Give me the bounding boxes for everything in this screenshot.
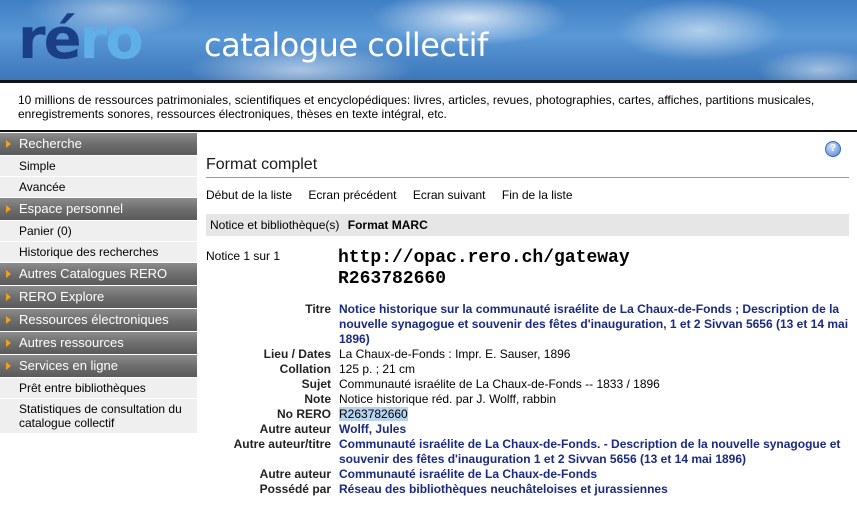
permalink-url-line2: R263782660 (338, 269, 447, 289)
note-value: Notice historique réd. par J. Wolff, rab… (339, 392, 556, 406)
sidebar-item-simple[interactable]: Simple (0, 156, 197, 177)
tagline: 10 millions de ressources patrimoniales,… (18, 93, 815, 121)
arrow-right-icon (6, 293, 11, 301)
field-label: Autre auteur (259, 422, 331, 436)
record-row-autre-auteur-2: Autre auteur Communauté israélite de La … (206, 467, 849, 482)
page-title: Format complet (206, 156, 318, 173)
sidebar-section-label: Espace personnel (19, 201, 124, 216)
header-divider (0, 130, 857, 132)
nav-precedent-link[interactable]: Ecran précédent (308, 188, 396, 202)
sidebar-section-label: Recherche (19, 136, 82, 151)
permalink-url-line1: http://opac.rero.ch/gateway (338, 248, 630, 268)
header-banner: réro catalogue collectif (0, 0, 857, 80)
record-row-sujet: Sujet Communauté israélite de La Chaux-d… (206, 377, 849, 392)
record-row-autre-auteur: Autre auteur Wolff, Jules (206, 422, 849, 437)
record-row-lieu: Lieu / Dates La Chaux-de-Fonds : Impr. E… (206, 347, 849, 362)
sidebar-section-espace-personnel[interactable]: Espace personnel (0, 198, 197, 221)
sidebar-item-statistiques[interactable]: Statistiques de consultation du catalogu… (0, 399, 197, 434)
catalogue-title: catalogue collectif (204, 26, 488, 64)
autre-auteur-link[interactable]: Wolff, Jules (339, 422, 406, 436)
format-tabs: Notice et bibliothèque(s) Format MARC (206, 214, 849, 236)
sidebar-section-services-en-ligne[interactable]: Services en ligne (0, 355, 197, 378)
record-row-note: Note Notice historique réd. par J. Wolff… (206, 392, 849, 407)
arrow-right-icon (6, 362, 11, 370)
sidebar: Recherche Simple Avancée Espace personne… (0, 133, 197, 434)
sujet-value: Communauté israélite de La Chaux-de-Fond… (339, 377, 660, 391)
record-row-autre-auteur-titre: Autre auteur/titre Communauté israélite … (206, 437, 849, 467)
nav-suivant-link[interactable]: Ecran suivant (413, 188, 486, 202)
banner-divider (0, 80, 857, 83)
sidebar-section-recherche[interactable]: Recherche (0, 133, 197, 156)
sidebar-item-pret[interactable]: Prêt entre bibliothèques (0, 378, 197, 399)
lieu-value: La Chaux-de-Fonds : Impr. E. Sauser, 189… (339, 347, 571, 361)
permalink-url[interactable]: http://opac.rero.ch/gateway R263782660 (338, 248, 630, 290)
sidebar-item-panier[interactable]: Panier (0) (0, 221, 197, 242)
result-navigation: Début de la liste Ecran précédent Ecran … (206, 188, 586, 202)
logo-letter-r: r (18, 7, 46, 72)
field-label: Possédé par (259, 482, 331, 496)
record-row-norero: No RERO R263782660 (206, 407, 849, 422)
autre-auteur-2-link[interactable]: Communauté israélite de La Chaux-de-Fond… (339, 467, 597, 481)
record-row-possede-par: Possédé par Réseau des bibliothèques neu… (206, 482, 849, 497)
sidebar-section-ressources-electroniques[interactable]: Ressources électroniques (0, 309, 197, 332)
field-label: Lieu / Dates (263, 347, 331, 361)
notice-count: Notice 1 sur 1 (206, 249, 281, 263)
sidebar-section-label: Ressources électroniques (19, 312, 169, 327)
record-row-titre: Titre Notice historique sur la communaut… (206, 302, 849, 347)
field-label: No RERO (277, 407, 331, 421)
arrow-right-icon (6, 140, 11, 148)
field-label: Note (304, 392, 331, 406)
tab-notice-bibliotheques[interactable]: Notice et bibliothèque(s) (210, 218, 339, 232)
sidebar-section-label: Services en ligne (19, 358, 118, 373)
titre-link[interactable]: Notice historique sur la communauté isra… (339, 302, 848, 346)
rero-logo[interactable]: réro (18, 7, 144, 72)
collation-value: 125 p. ; 21 cm (339, 362, 416, 376)
sidebar-section-autres-catalogues[interactable]: Autres Catalogues RERO (0, 263, 197, 286)
arrow-right-icon (6, 270, 11, 278)
sidebar-section-label: Autres Catalogues RERO (19, 266, 168, 281)
arrow-right-icon (6, 316, 11, 324)
field-label: Autre auteur/titre (233, 437, 331, 451)
nav-debut-link[interactable]: Début de la liste (206, 188, 292, 202)
arrow-right-icon (6, 205, 11, 213)
sidebar-section-autres-ressources[interactable]: Autres ressources (0, 332, 197, 355)
sidebar-section-label: Autres ressources (19, 335, 124, 350)
record-details: Titre Notice historique sur la communaut… (206, 302, 849, 497)
field-label: Collation (279, 362, 331, 376)
logo-letter-e: é (43, 7, 82, 72)
norero-value: R263782660 (339, 407, 408, 421)
logo-letters-ro: ro (79, 7, 144, 72)
nav-fin-link[interactable]: Fin de la liste (502, 188, 573, 202)
title-divider (206, 177, 849, 178)
field-label: Sujet (301, 377, 331, 391)
field-label: Titre (305, 302, 331, 316)
possede-par-link[interactable]: Réseau des bibliothèques neuchâteloises … (339, 482, 668, 496)
field-label: Autre auteur (259, 467, 331, 481)
sidebar-section-rero-explore[interactable]: RERO Explore (0, 286, 197, 309)
sidebar-item-historique[interactable]: Historique des recherches (0, 242, 197, 263)
record-row-collation: Collation 125 p. ; 21 cm (206, 362, 849, 377)
tab-format-marc[interactable]: Format MARC (348, 218, 428, 232)
help-icon[interactable]: ? (825, 141, 841, 157)
arrow-right-icon (6, 339, 11, 347)
sidebar-item-avancee[interactable]: Avancée (0, 177, 197, 198)
autre-auteur-titre-link[interactable]: Communauté israélite de La Chaux-de-Fond… (339, 437, 840, 466)
sidebar-section-label: RERO Explore (19, 289, 105, 304)
